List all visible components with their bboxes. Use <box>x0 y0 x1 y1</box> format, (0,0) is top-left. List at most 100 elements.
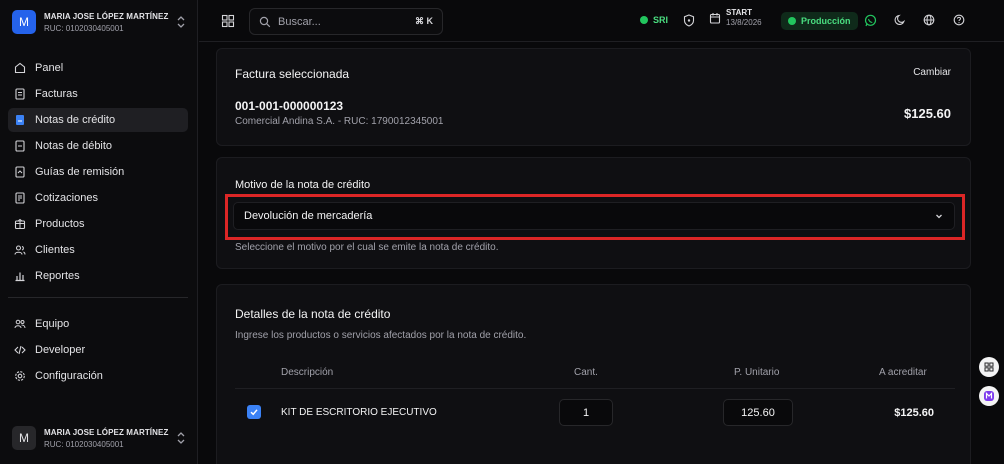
reason-help: Seleccione el motivo por el cual se emit… <box>235 242 499 253</box>
apps-grid-icon[interactable] <box>221 14 235 28</box>
chevron-down-icon <box>936 214 942 219</box>
avatar: M <box>12 426 36 450</box>
search-input[interactable]: Buscar... ⌘ K <box>249 8 443 35</box>
search-shortcut: ⌘ K <box>415 16 433 26</box>
assistant-logo-icon <box>984 391 994 401</box>
help-icon[interactable] <box>953 14 965 26</box>
chart-icon <box>15 272 25 282</box>
panel-icon <box>14 62 26 74</box>
plan-date: 13/8/2026 <box>726 18 762 27</box>
invoice-client: Comercial Andina S.A. - RUC: 17900123450… <box>235 116 444 127</box>
user-switcher-top[interactable]: M MARIA JOSE LÓPEZ MARTÍNEZ RUC: 0102030… <box>8 5 190 39</box>
environment-badge[interactable]: Producción <box>781 12 858 30</box>
invoice-icon <box>15 88 25 100</box>
quote-icon <box>15 192 25 204</box>
sri-status[interactable]: SRI <box>640 15 668 25</box>
quantity-input[interactable]: 1 <box>559 399 613 426</box>
table-divider <box>235 388 955 389</box>
environment-dot-icon <box>788 17 796 25</box>
sidebar: M MARIA JOSE LÓPEZ MARTÍNEZ RUC: 0102030… <box>0 0 198 464</box>
sidebar-item-reportes[interactable]: Reportes <box>8 264 188 288</box>
reason-select[interactable]: Devolución de mercadería <box>233 202 955 230</box>
user-ruc: RUC: 0102030405001 <box>44 439 124 449</box>
sidebar-item-label: Configuración <box>35 370 103 382</box>
user-name: MARIA JOSE LÓPEZ MARTÍNEZ <box>44 427 169 437</box>
row-checkbox[interactable] <box>247 405 261 419</box>
sidebar-item-label: Developer <box>35 344 86 356</box>
user-ruc: RUC: 0102030405001 <box>44 23 124 33</box>
search-icon <box>259 16 271 27</box>
reason-card: Motivo de la nota de crédito Devolución … <box>216 157 971 269</box>
sidebar-nav: Panel Facturas Notas de crédito Notas de… <box>8 56 188 390</box>
chevron-updown-icon <box>177 432 185 444</box>
row-description: KIT DE ESCRITORIO EJECUTIVO <box>281 407 437 418</box>
chevron-updown-icon <box>177 16 185 28</box>
users-icon <box>14 245 26 255</box>
globe-icon[interactable] <box>923 14 935 26</box>
floating-assistant-button[interactable] <box>979 386 999 406</box>
column-header-unit-price: P. Unitario <box>734 367 780 378</box>
settings-icon <box>15 371 25 381</box>
sidebar-item-label: Reportes <box>35 270 80 282</box>
column-header-credit: A acreditar <box>879 367 927 378</box>
user-switcher-bottom[interactable]: M MARIA JOSE LÓPEZ MARTÍNEZ RUC: 0102030… <box>8 421 190 455</box>
shipping-guide-icon <box>15 166 25 178</box>
apps-grid-icon <box>984 362 994 372</box>
sidebar-item-equipo[interactable]: Equipo <box>8 312 188 336</box>
column-header-description: Descripción <box>281 367 334 378</box>
status-dot <box>640 16 648 24</box>
unit-price-input[interactable]: 125.60 <box>723 399 793 426</box>
selected-invoice-card: Factura seleccionada Cambiar 001-001-000… <box>216 48 971 146</box>
row-credit-amount: $125.60 <box>894 407 934 419</box>
details-card: Detalles de la nota de crédito Ingrese l… <box>216 284 971 464</box>
invoice-number: 001-001-000000123 <box>235 99 344 113</box>
sidebar-item-productos[interactable]: Productos <box>8 212 188 236</box>
sidebar-item-label: Productos <box>35 218 85 230</box>
change-invoice-button[interactable]: Cambiar <box>913 67 951 78</box>
sidebar-item-guias[interactable]: Guías de remisión <box>8 160 188 184</box>
sidebar-item-label: Clientes <box>35 244 75 256</box>
sidebar-item-label: Cotizaciones <box>35 192 98 204</box>
check-icon <box>250 409 258 416</box>
sidebar-item-label: Panel <box>35 62 64 74</box>
reason-label: Motivo de la nota de crédito <box>235 179 371 191</box>
sidebar-item-label: Equipo <box>35 318 70 330</box>
sidebar-item-label: Notas de débito <box>35 140 113 152</box>
sidebar-item-developer[interactable]: Developer <box>8 338 188 362</box>
sidebar-item-cotizaciones[interactable]: Cotizaciones <box>8 186 188 210</box>
user-name: MARIA JOSE LÓPEZ MARTÍNEZ <box>44 11 169 21</box>
moon-icon[interactable] <box>894 14 906 26</box>
shield-icon[interactable] <box>683 14 695 27</box>
sidebar-item-configuracion[interactable]: Configuración <box>8 364 188 388</box>
sidebar-item-clientes[interactable]: Clientes <box>8 238 188 262</box>
avatar: M <box>12 10 36 34</box>
sidebar-divider <box>8 297 188 298</box>
credit-note-icon <box>16 115 24 125</box>
plan-info[interactable]: START 13/8/2026 <box>709 8 762 28</box>
code-icon <box>14 345 26 355</box>
invoice-total: $125.60 <box>904 106 951 121</box>
topbar: Buscar... ⌘ K SRI START 13/8/2026 Produc… <box>199 0 1004 42</box>
debit-note-icon <box>15 140 25 152</box>
search-placeholder: Buscar... <box>278 15 321 28</box>
details-subtitle: Ingrese los productos o servicios afecta… <box>235 330 527 341</box>
sri-label: SRI <box>653 15 669 25</box>
calendar-icon <box>709 13 721 24</box>
plan-label: START <box>726 8 753 17</box>
column-header-qty: Cant. <box>574 367 598 378</box>
box-icon <box>14 218 26 230</box>
details-title: Detalles de la nota de crédito <box>235 307 391 321</box>
sidebar-item-label: Facturas <box>35 88 78 100</box>
sidebar-item-notas-debito[interactable]: Notas de débito <box>8 134 188 158</box>
environment-label: Producción <box>801 16 851 26</box>
selected-invoice-title: Factura seleccionada <box>235 67 350 81</box>
sidebar-item-facturas[interactable]: Facturas <box>8 82 188 106</box>
reason-value: Devolución de mercadería <box>244 210 373 222</box>
sidebar-item-label: Guías de remisión <box>35 166 125 178</box>
sidebar-item-label: Notas de crédito <box>35 114 116 126</box>
team-icon <box>14 319 26 329</box>
sidebar-item-panel[interactable]: Panel <box>8 56 188 80</box>
sidebar-item-notas-credito[interactable]: Notas de crédito <box>8 108 188 132</box>
floating-apps-button[interactable] <box>979 357 999 377</box>
whatsapp-icon[interactable] <box>864 14 877 27</box>
